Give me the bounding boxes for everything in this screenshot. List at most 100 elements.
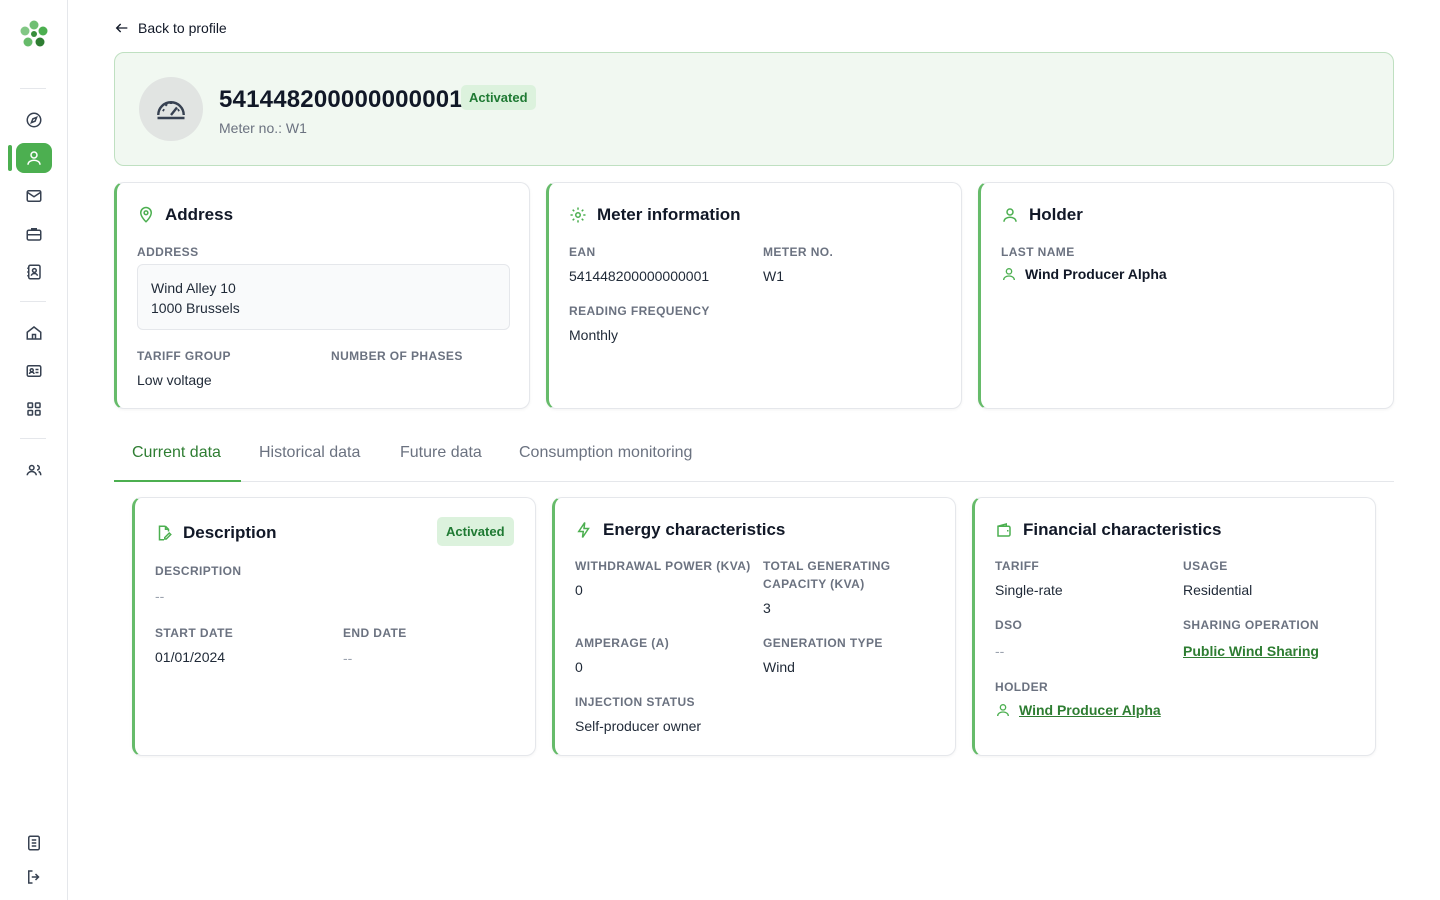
withdrawal-power-value: 0 [575, 582, 583, 598]
withdrawal-power-label: WITHDRAWAL POWER (KVA) [575, 559, 751, 573]
users-icon [26, 464, 42, 476]
wallet-icon [997, 523, 1011, 537]
meter-ean-title: 541448200000000001 [219, 86, 463, 113]
card-header: Financial characteristics [995, 520, 1221, 540]
map-pin-icon [139, 206, 153, 223]
tab-current-data[interactable]: Current data [132, 444, 221, 462]
meter-subtitle: Meter no.: W1 [219, 120, 307, 136]
tab-consumption-monitoring[interactable]: Consumption monitoring [519, 444, 692, 462]
description-value: -- [155, 588, 165, 604]
back-to-profile-link[interactable]: Back to profile [114, 20, 227, 36]
active-tab-indicator [114, 480, 241, 482]
holder-name: Wind Producer Alpha [1001, 266, 1167, 282]
mail-icon [26, 190, 42, 202]
card-title: Meter information [597, 205, 741, 224]
sidebar-active-indicator [8, 145, 12, 171]
description-label: DESCRIPTION [155, 564, 242, 578]
sidebar-item-messages[interactable] [16, 181, 52, 211]
compass-icon [26, 112, 42, 128]
holder-name-value: Wind Producer Alpha [1025, 266, 1167, 282]
sharing-operation-link[interactable]: Public Wind Sharing [1183, 643, 1319, 659]
address-box: Wind Alley 10 1000 Brussels [137, 264, 510, 330]
holder-link[interactable]: Wind Producer Alpha [1019, 702, 1161, 718]
card-header: Energy characteristics [575, 520, 785, 540]
briefcase-icon [26, 228, 42, 241]
dso-value: -- [995, 643, 1005, 659]
tariff-value: Single-rate [995, 582, 1063, 598]
total-generating-label-line2: CAPACITY (KVA) [763, 577, 865, 591]
generation-type-label: GENERATION TYPE [763, 636, 883, 650]
status-badge: Activated [437, 517, 514, 546]
contact-book-icon [27, 264, 41, 280]
sidebar-item-business[interactable] [16, 219, 52, 249]
injection-status-label: INJECTION STATUS [575, 695, 695, 709]
financial-characteristics-card: Financial characteristics TARIFF Single-… [972, 497, 1376, 756]
meter-no-label: METER NO. [763, 245, 834, 259]
document-icon [28, 835, 40, 851]
lightning-icon [577, 522, 590, 538]
card-header: Address [137, 205, 233, 225]
sidebar-item-logout[interactable] [16, 862, 52, 892]
end-date-label: END DATE [343, 626, 407, 640]
card-title: Holder [1029, 205, 1083, 224]
card-header: Meter information [569, 205, 741, 225]
tariff-group-label: TARIFF GROUP [137, 349, 231, 363]
phases-label: NUMBER OF PHASES [331, 349, 463, 363]
user-icon [1003, 208, 1017, 222]
address-card: Address ADDRESS Wind Alley 10 1000 Bruss… [114, 182, 530, 409]
holder-row: Wind Producer Alpha [995, 702, 1161, 718]
id-card-icon [26, 365, 42, 377]
end-date-value: -- [343, 650, 353, 666]
tab-future-data[interactable]: Future data [400, 444, 482, 462]
energy-characteristics-card: Energy characteristics WITHDRAWAL POWER … [552, 497, 956, 756]
gauge-icon [139, 77, 203, 141]
sidebar-item-explore[interactable] [16, 105, 52, 135]
injection-status-value: Self-producer owner [575, 718, 702, 734]
tab-historical-data[interactable]: Historical data [259, 444, 360, 462]
back-label: Back to profile [138, 20, 227, 36]
card-title: Energy characteristics [603, 520, 786, 539]
amperage-value: 0 [575, 659, 583, 675]
data-tabs: Current data Historical data Future data… [114, 432, 1394, 482]
ean-label: EAN [569, 245, 596, 259]
sharing-operation-label: SHARING OPERATION [1183, 618, 1319, 632]
sidebar-item-users[interactable] [16, 455, 52, 485]
logout-icon [28, 870, 40, 884]
meter-no-value: W1 [763, 268, 784, 284]
usage-label: USAGE [1183, 559, 1228, 573]
arrow-left-icon [115, 23, 128, 33]
generation-type-value: Wind [763, 659, 795, 675]
tariff-group-value: Low voltage [137, 372, 212, 388]
user-icon [1003, 268, 1015, 281]
sidebar-item-profile[interactable] [16, 143, 52, 173]
holder-card: Holder LAST NAME Wind Producer Alpha [978, 182, 1394, 409]
status-badge: Activated [461, 85, 536, 110]
address-label: ADDRESS [137, 245, 199, 259]
usage-value: Residential [1183, 582, 1253, 598]
user-icon [27, 151, 41, 165]
address-line1: Wind Alley 10 [151, 280, 236, 296]
total-generating-value: 3 [763, 600, 771, 616]
reading-frequency-value: Monthly [569, 327, 619, 343]
sidebar-divider [20, 301, 46, 302]
gear-icon [570, 207, 586, 223]
sidebar-item-apps[interactable] [16, 394, 52, 424]
start-date-label: START DATE [155, 626, 234, 640]
reading-frequency-label: READING FREQUENCY [569, 304, 710, 318]
card-title: Address [165, 205, 234, 224]
dso-label: DSO [995, 618, 1023, 632]
card-title: Description [183, 523, 277, 542]
user-icon [997, 704, 1009, 717]
holder-label: HOLDER [995, 680, 1049, 694]
sidebar-divider [20, 438, 46, 439]
start-date-value: 01/01/2024 [155, 649, 226, 665]
meter-information-card: Meter information EAN 541448200000000001… [546, 182, 962, 409]
sidebar-item-home[interactable] [16, 318, 52, 348]
card-title: Financial characteristics [1023, 520, 1222, 539]
sidebar-item-contacts[interactable] [16, 257, 52, 287]
app-logo-icon[interactable] [18, 18, 50, 50]
sidebar-item-documents[interactable] [16, 828, 52, 858]
sidebar-item-id-cards[interactable] [16, 356, 52, 386]
card-header: Description [155, 523, 277, 543]
sidebar [0, 0, 68, 900]
